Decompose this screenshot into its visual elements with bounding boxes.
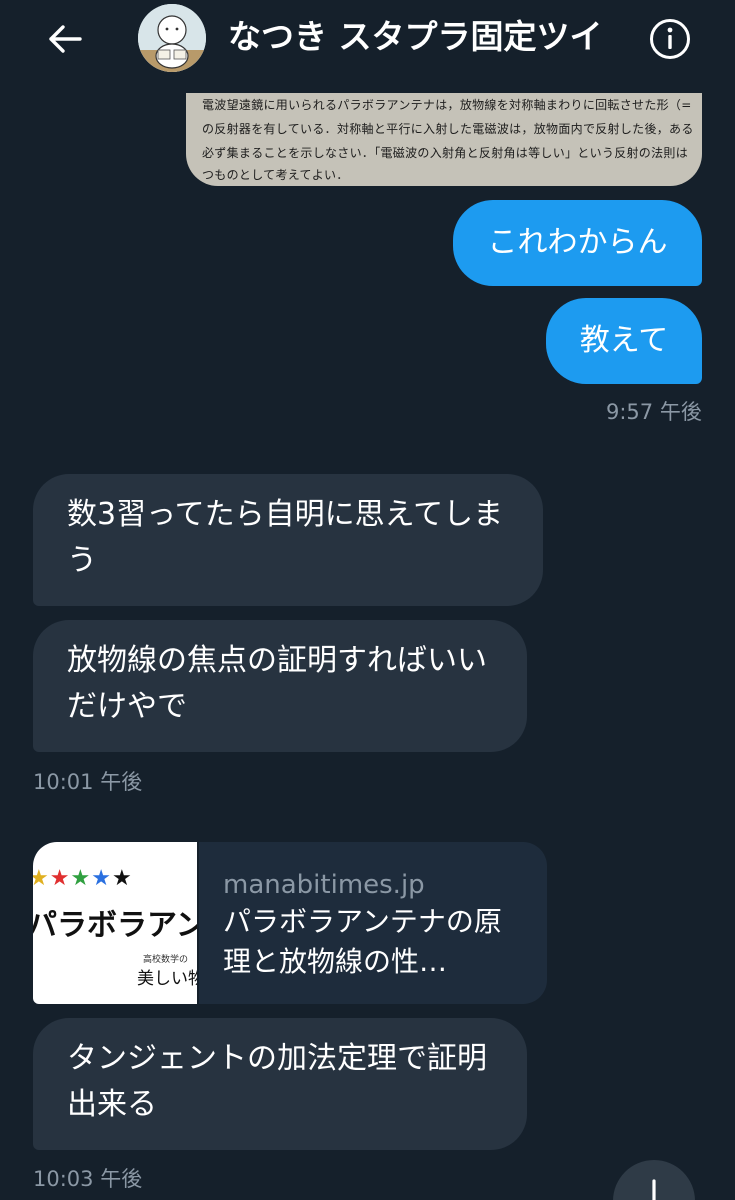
- photo-text-line: つものとして考えてよい．: [202, 168, 349, 182]
- link-preview-card[interactable]: ★★★★★ パラボラアンテナ 高校数学の 美しい物 manabitimes.jp…: [33, 842, 547, 1004]
- photo-text-line: 電波望遠鏡に用いられるパラボラアンテナは，放物線を対称軸まわりに回転させた形（=: [202, 98, 692, 112]
- thumbnail-caption: 美しい物: [137, 969, 197, 989]
- message-timestamp: 10:03 午後: [33, 1167, 143, 1191]
- message-timestamp: 9:57 午後: [606, 400, 702, 424]
- back-arrow-icon: [49, 25, 82, 53]
- message-timestamp: 10:01 午後: [33, 770, 143, 794]
- thumbnail-title: パラボラアンテナ: [33, 908, 197, 943]
- message-text: 数3習ってたら自明に思えてしまう: [67, 497, 504, 578]
- conversation-title[interactable]: なつき スタプラ固定ツイ: [228, 14, 628, 60]
- message-bubble-received[interactable]: 放物線の焦点の証明すればいいだけやで: [33, 620, 527, 752]
- link-domain: manabitimes.jp: [223, 870, 425, 900]
- link-title: パラボラアンテナの原理と放物線の性…: [223, 905, 502, 978]
- message-text: 放物線の焦点の証明すればいいだけやで: [67, 643, 487, 724]
- avatar[interactable]: [138, 4, 206, 72]
- photo-text-line: 必ず集まることを示しなさい．「電磁波の入射角と反射角は等しい」という反射の法則は: [202, 146, 689, 160]
- message-text: 教えて: [579, 323, 669, 358]
- message-bubble-received[interactable]: 数3習ってたら自明に思えてしまう: [33, 474, 543, 606]
- photo-message[interactable]: 電波望遠鏡に用いられるパラボラアンテナは，放物線を対称軸まわりに回転させた形（=…: [186, 93, 702, 186]
- info-button[interactable]: [645, 14, 695, 64]
- photo-text-line: の反射器を有している．対称軸と平行に入射した電磁波は，放物面内で反射した後，ある: [202, 122, 694, 136]
- star-rating-graphic: ★★★★★: [33, 866, 133, 891]
- message-text: タンジェントの加法定理で証明出来る: [67, 1041, 487, 1122]
- conversation-header: なつき スタプラ固定ツイ: [0, 0, 735, 80]
- scroll-to-bottom-button[interactable]: [613, 1160, 695, 1200]
- message-text: これわからん: [487, 225, 668, 260]
- arrow-down-icon: [652, 1179, 656, 1200]
- back-button[interactable]: [40, 18, 90, 60]
- message-bubble-sent[interactable]: 教えて: [546, 298, 702, 384]
- message-bubble-sent[interactable]: これわからん: [453, 200, 702, 286]
- info-icon: [650, 19, 690, 59]
- message-bubble-received[interactable]: タンジェントの加法定理で証明出来る: [33, 1018, 527, 1150]
- card-divider: [197, 842, 199, 1004]
- link-thumbnail: ★★★★★ パラボラアンテナ 高校数学の 美しい物: [33, 842, 197, 1004]
